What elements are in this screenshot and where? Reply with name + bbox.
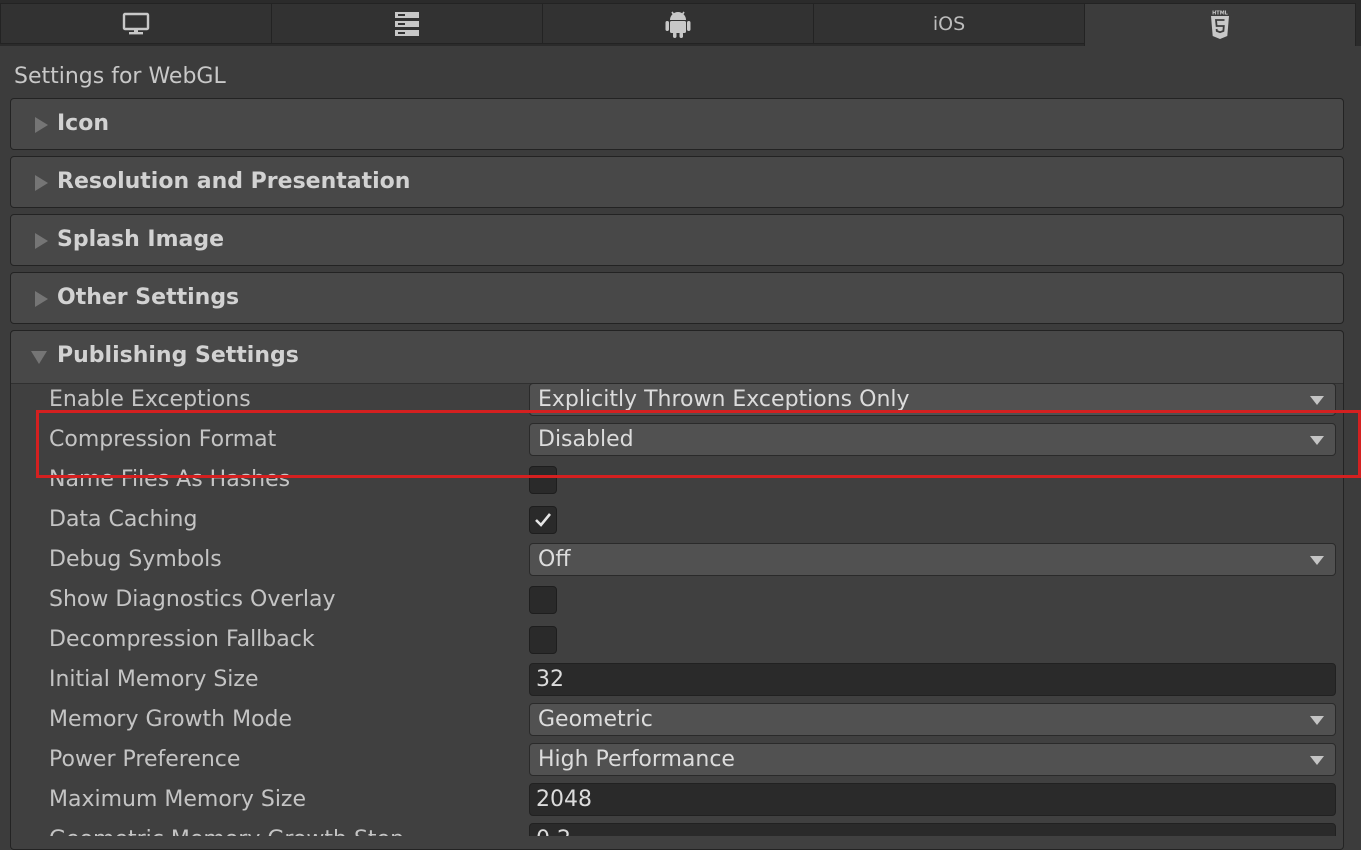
highlight-annotation-box	[36, 410, 1361, 478]
foldout-icon-section[interactable]: Icon	[10, 98, 1344, 150]
html5-icon: HTML	[1211, 11, 1229, 39]
row-debug-symbols: Debug Symbols Off	[0, 540, 1361, 580]
tab-ios-label: iOS	[932, 12, 966, 35]
foldout-splash-image[interactable]: Splash Image	[10, 214, 1344, 266]
tab-webgl[interactable]: HTML	[1084, 3, 1356, 46]
data-caching-checkbox[interactable]	[529, 506, 557, 534]
row-decompression-fallback: Decompression Fallback	[0, 620, 1361, 660]
dropdown-caret-icon	[1310, 716, 1324, 725]
decompression-fallback-label: Decompression Fallback	[49, 627, 315, 652]
memory-growth-mode-dropdown[interactable]: Geometric	[529, 703, 1336, 736]
dropdown-value: Geometric	[538, 707, 653, 732]
show-diagnostics-overlay-checkbox[interactable]	[529, 586, 557, 614]
input-value: 2048	[536, 787, 592, 812]
tab-android[interactable]	[542, 3, 814, 44]
data-caching-label: Data Caching	[49, 507, 198, 532]
foldout-expanded-arrow-icon	[31, 351, 47, 364]
foldout-other-settings[interactable]: Other Settings	[10, 272, 1344, 324]
dropdown-caret-icon	[1310, 396, 1324, 405]
initial-memory-size-input[interactable]: 32	[529, 663, 1336, 696]
dropdown-value: Off	[538, 547, 571, 572]
geometric-memory-growth-step-input[interactable]: 0.2	[529, 823, 1336, 836]
foldout-label: Publishing Settings	[57, 343, 299, 368]
memory-growth-mode-label: Memory Growth Mode	[49, 707, 293, 732]
svg-text:HTML: HTML	[1212, 11, 1229, 17]
power-preference-label: Power Preference	[49, 747, 241, 772]
server-icon	[395, 11, 419, 36]
input-value: 32	[536, 667, 564, 692]
foldout-label: Resolution and Presentation	[57, 169, 411, 194]
input-value: 0.2	[536, 824, 571, 836]
tab-ios[interactable]: iOS	[813, 3, 1085, 44]
foldout-label: Splash Image	[57, 227, 225, 252]
row-geometric-memory-growth-step: Geometric Memory Growth Step 0.2	[0, 820, 1361, 836]
foldout-arrow-icon	[35, 291, 48, 307]
decompression-fallback-checkbox[interactable]	[529, 626, 557, 654]
row-initial-memory-size: Initial Memory Size 32	[0, 660, 1361, 700]
initial-memory-size-label: Initial Memory Size	[49, 667, 259, 692]
monitor-icon	[122, 12, 150, 34]
debug-symbols-label: Debug Symbols	[49, 547, 222, 572]
power-preference-dropdown[interactable]: High Performance	[529, 743, 1336, 776]
geometric-memory-growth-step-label: Geometric Memory Growth Step	[49, 820, 404, 836]
tab-standalone[interactable]	[0, 3, 272, 44]
row-data-caching: Data Caching	[0, 500, 1361, 540]
row-show-diagnostics-overlay: Show Diagnostics Overlay	[0, 580, 1361, 620]
page-title: Settings for WebGL	[14, 64, 226, 89]
maximum-memory-size-input[interactable]: 2048	[529, 783, 1336, 816]
dropdown-caret-icon	[1310, 756, 1324, 765]
android-icon	[665, 11, 691, 38]
tab-server[interactable]	[271, 3, 543, 44]
show-diagnostics-overlay-label: Show Diagnostics Overlay	[49, 587, 336, 612]
foldout-label: Other Settings	[57, 285, 240, 310]
foldout-arrow-icon	[35, 117, 48, 133]
debug-symbols-dropdown[interactable]: Off	[529, 543, 1336, 576]
row-power-preference: Power Preference High Performance	[0, 740, 1361, 780]
row-memory-growth-mode: Memory Growth Mode Geometric	[0, 700, 1361, 740]
platform-tab-bar: iOS HTML	[0, 0, 1361, 46]
dropdown-caret-icon	[1310, 556, 1324, 565]
row-maximum-memory-size: Maximum Memory Size 2048	[0, 780, 1361, 820]
foldout-arrow-icon	[35, 233, 48, 249]
maximum-memory-size-label: Maximum Memory Size	[49, 787, 307, 812]
checkmark-icon	[535, 513, 552, 527]
dropdown-value: High Performance	[538, 747, 735, 772]
foldout-arrow-icon	[35, 175, 48, 191]
foldout-publishing-settings[interactable]: Publishing Settings	[11, 331, 1343, 384]
foldout-label: Icon	[57, 111, 110, 136]
foldout-resolution-and-presentation[interactable]: Resolution and Presentation	[10, 156, 1344, 208]
